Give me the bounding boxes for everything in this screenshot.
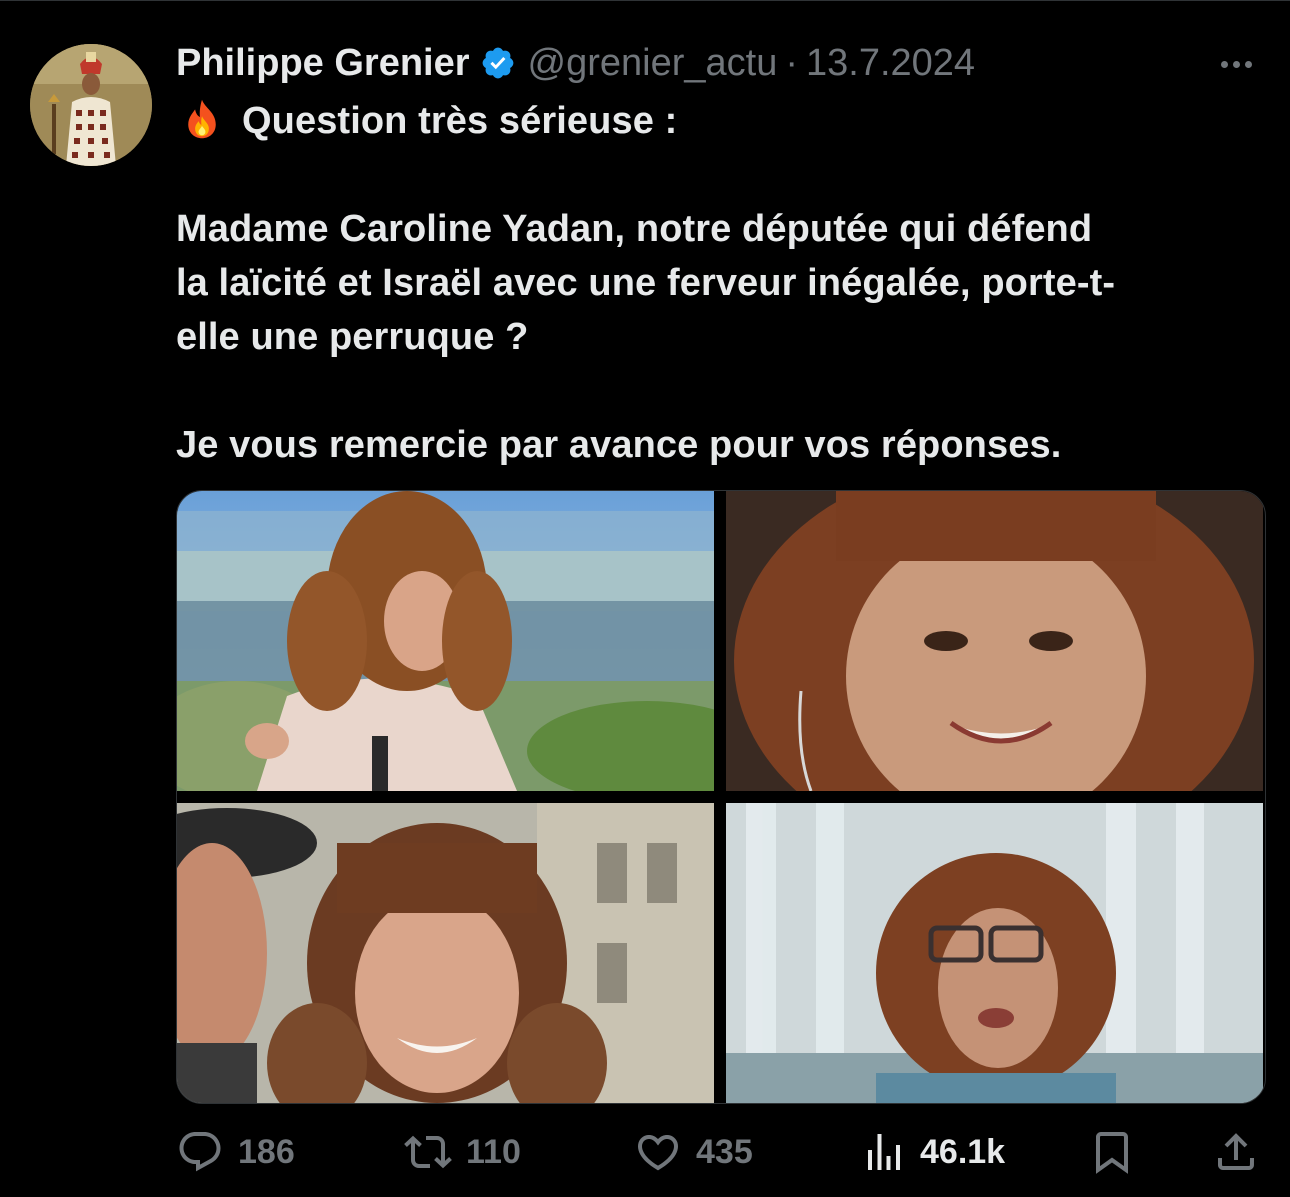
more-dot-icon bbox=[1244, 60, 1252, 68]
photo-image bbox=[177, 803, 714, 1103]
tweet-text-line-4: elle une perruque ? bbox=[176, 316, 529, 358]
header-separator: · bbox=[785, 41, 799, 84]
heart-icon bbox=[637, 1135, 679, 1171]
views-button[interactable]: 46.1k bbox=[860, 1124, 1005, 1180]
avatar[interactable] bbox=[30, 44, 152, 166]
repost-button[interactable]: 110 bbox=[404, 1124, 521, 1180]
tweet-text-line-6: Je vous remercie par avance pour vos rép… bbox=[176, 424, 1062, 466]
more-dot-icon bbox=[1220, 60, 1228, 68]
verified-badge-icon bbox=[482, 47, 513, 79]
like-count: 435 bbox=[696, 1132, 753, 1171]
tweet-photo-3[interactable] bbox=[177, 803, 714, 1103]
reply-button[interactable]: 186 bbox=[176, 1124, 295, 1180]
reply-icon bbox=[179, 1132, 221, 1172]
media-grid bbox=[176, 490, 1266, 1104]
author-handle[interactable]: @grenier_actu bbox=[528, 42, 778, 85]
reply-count: 186 bbox=[238, 1132, 295, 1171]
tweet-text-line-2: Madame Caroline Yadan, notre députée qui… bbox=[176, 208, 1093, 250]
repost-icon bbox=[404, 1135, 452, 1169]
tweet-text-line-3: la laïcité et Israël avec une ferveur in… bbox=[176, 262, 1116, 304]
tweet-text-line-0: Question très sérieuse : bbox=[242, 100, 678, 142]
like-button[interactable]: 435 bbox=[634, 1124, 753, 1180]
share-button[interactable] bbox=[1212, 1124, 1260, 1180]
author-display-name[interactable]: Philippe Grenier bbox=[176, 42, 470, 85]
tweet-photo-2[interactable] bbox=[726, 491, 1263, 791]
more-dot-icon bbox=[1232, 60, 1240, 68]
top-divider bbox=[0, 0, 1290, 1]
views-count: 46.1k bbox=[920, 1132, 1006, 1171]
views-chart-icon bbox=[868, 1134, 900, 1170]
photo-image bbox=[726, 803, 1263, 1103]
tweet-photo-1[interactable] bbox=[177, 491, 714, 791]
tweet-photo-4[interactable] bbox=[726, 803, 1263, 1103]
more-options-button[interactable] bbox=[1212, 50, 1260, 78]
tweet-actions: 186 110 435 46.1k bbox=[176, 1124, 1266, 1180]
bookmark-button[interactable] bbox=[1088, 1124, 1136, 1180]
bookmark-icon bbox=[1096, 1132, 1128, 1174]
repost-count: 110 bbox=[466, 1132, 521, 1171]
photo-image bbox=[726, 491, 1263, 791]
tweet-date[interactable]: 13.7.2024 bbox=[806, 42, 975, 85]
tweet-header: Philippe Grenier @grenier_actu · 13.7.20… bbox=[176, 38, 975, 88]
tweet-text: Question très sérieuse : Madame Caroline… bbox=[176, 94, 1266, 472]
tweet-text-line: Question très sérieuse : bbox=[176, 94, 1266, 148]
fire-icon bbox=[188, 99, 216, 139]
photo-image bbox=[177, 491, 714, 791]
avatar-image bbox=[30, 44, 152, 166]
share-icon bbox=[1218, 1133, 1254, 1170]
